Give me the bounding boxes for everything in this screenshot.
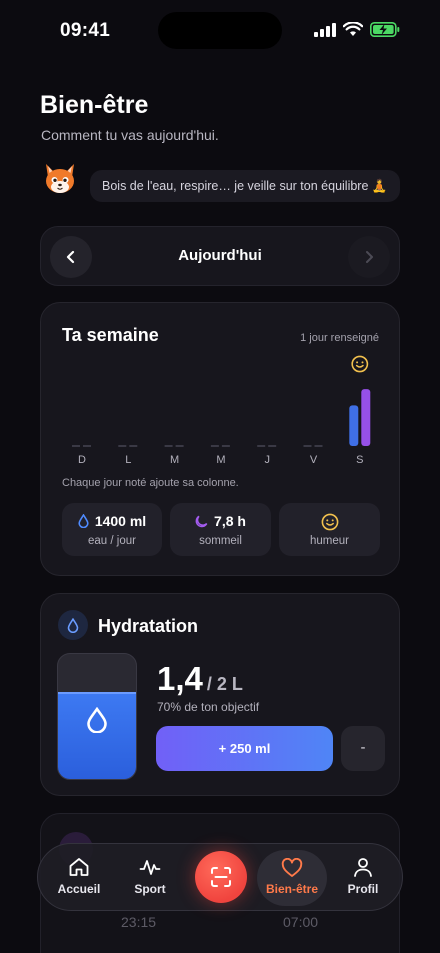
tab-accueil-label: Accueil (57, 882, 101, 896)
stat-sleep[interactable]: 7,8 h sommeil (170, 503, 271, 556)
remove-water-button[interactable]: - (341, 726, 385, 771)
day-label: M (170, 454, 179, 466)
day-label: S (356, 454, 363, 466)
day-label: L (125, 454, 131, 466)
tab-profil[interactable]: Profil (328, 844, 398, 912)
tab-sport-label: Sport (134, 882, 166, 896)
status-time: 09:41 (60, 20, 111, 41)
heart-icon (281, 858, 303, 877)
scan-button[interactable] (195, 851, 247, 903)
stat-water-value: 1400 ml (94, 513, 147, 529)
wifi-icon (343, 22, 363, 36)
day-label: J (264, 454, 270, 466)
tab-bien-etre-label: Bien-être (265, 882, 318, 896)
chevron-right-icon (366, 251, 373, 263)
stat-sleep-value: 7,8 h (214, 513, 246, 529)
current-day-label: Aujourd'hui (178, 247, 262, 264)
status-bar: 09:41 (0, 0, 440, 60)
moon-icon (195, 515, 208, 527)
tab-sport[interactable]: Sport (115, 844, 185, 912)
dynamic-island (158, 12, 282, 49)
sleep-bar (361, 389, 371, 446)
stat-water-label: eau / jour (88, 535, 136, 547)
tab-profil-label: Profil (347, 882, 379, 896)
sleep-start-time: 23:15 (121, 914, 157, 930)
next-day-button[interactable] (348, 236, 390, 278)
water-bottle-gauge (57, 653, 137, 780)
user-icon (354, 858, 372, 877)
hydration-goal-unit: / 2 L (206, 674, 243, 694)
day-navigator: Aujourd'hui (40, 226, 400, 286)
day-label: M (216, 454, 225, 466)
tab-accueil[interactable]: Accueil (44, 844, 114, 912)
stat-water[interactable]: 1400 ml eau / jour (62, 503, 162, 556)
hydration-value: 1,4 / 2 L (157, 660, 243, 698)
bottom-tab-bar: Accueil Sport Bien-être Profil (37, 843, 403, 911)
water-drop-icon (67, 617, 79, 633)
add-250ml-button[interactable]: + 250 ml (156, 726, 333, 771)
tab-bien-etre[interactable]: Bien-être (257, 850, 327, 906)
stat-mood-label: humeur (310, 535, 349, 547)
water-drop-icon (87, 707, 107, 733)
status-icons (314, 22, 400, 37)
page-subtitle: Comment tu vas aujourd'hui. (41, 127, 219, 143)
hydration-title: Hydratation (98, 616, 199, 636)
day-label: V (310, 454, 318, 466)
hydration-card: Hydratation 1,4 / 2 L 70% de ton objecti… (40, 593, 400, 796)
home-icon (69, 858, 89, 876)
activity-icon (139, 860, 161, 875)
stat-sleep-label: sommeil (199, 535, 242, 547)
page-title: Bien-être (40, 91, 149, 119)
stat-mood[interactable]: humeur (279, 503, 380, 556)
battery-charging-icon (370, 22, 400, 37)
water-bar (349, 405, 359, 446)
smiley-icon (351, 355, 369, 373)
hydration-badge (58, 610, 88, 640)
hydration-amount: 1,4 (157, 660, 203, 697)
day-label: D (78, 454, 86, 466)
week-summary-card: Ta semaine 1 jour renseigné DLMMJVS Chaq… (40, 302, 400, 576)
water-drop-icon (78, 514, 89, 528)
hydration-goal-percent: 70% de ton objectif (157, 700, 260, 714)
week-note: Chaque jour noté ajoute sa colonne. (62, 477, 239, 489)
week-bar-chart: DLMMJVS (72, 355, 371, 466)
fox-mascot-avatar (46, 164, 74, 193)
scan-icon (211, 867, 231, 887)
smiley-icon (321, 513, 338, 531)
water-level-fill (58, 691, 136, 779)
signal-icon (314, 22, 336, 37)
sleep-end-time: 07:00 (283, 914, 319, 930)
assistant-message: Bois de l'eau, respire… je veille sur to… (90, 170, 400, 202)
